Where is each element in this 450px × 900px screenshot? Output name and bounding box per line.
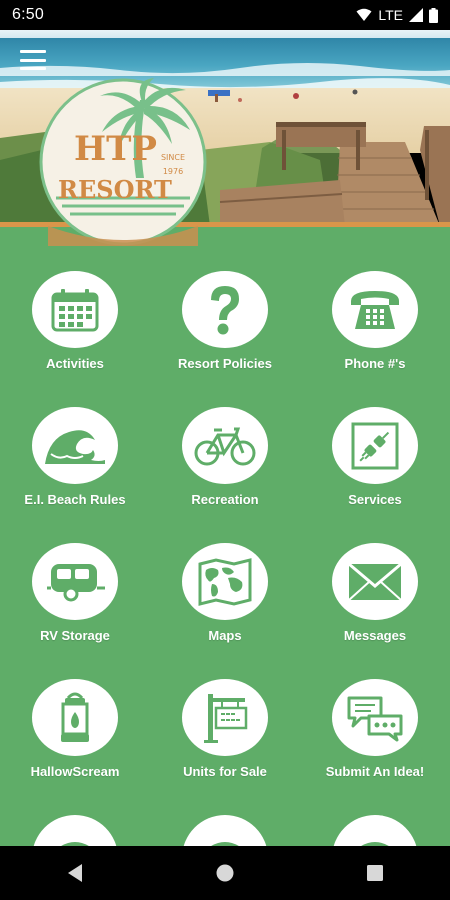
status-bar: 6:50 LTE — [0, 0, 450, 30]
telephone-icon — [332, 271, 418, 348]
tile-label: Messages — [343, 628, 407, 643]
tile-beach-rules[interactable]: E.I. Beach Rules — [0, 407, 150, 507]
tile-label: Activities — [46, 356, 104, 371]
home-circle-icon — [216, 864, 234, 882]
question-mark-icon — [182, 271, 268, 348]
chat-bubbles-icon — [332, 679, 418, 756]
home-button[interactable] — [195, 853, 255, 893]
logo-text-year: 1976 — [163, 167, 183, 176]
tile-label: Maps — [208, 628, 242, 643]
tile-label: Units for Sale — [183, 764, 267, 779]
back-button[interactable] — [45, 853, 105, 893]
tile-label: E.I. Beach Rules — [24, 492, 126, 507]
tile-partial[interactable] — [300, 815, 450, 846]
recents-button[interactable] — [345, 853, 405, 893]
menu-grid: Activities Resort Policies Phone #'s E.I… — [0, 271, 450, 846]
calendar-icon — [32, 271, 118, 348]
tile-label: Resort Policies — [178, 356, 272, 371]
bicycle-icon — [182, 407, 268, 484]
world-map-icon — [182, 543, 268, 620]
tile-label: Services — [348, 492, 402, 507]
tile-activities[interactable]: Activities — [0, 271, 150, 371]
tile-resort-policies[interactable]: Resort Policies — [150, 271, 300, 371]
tile-label: RV Storage — [40, 628, 110, 643]
recents-square-icon — [367, 865, 383, 881]
main-menu-area: Activities Resort Policies Phone #'s E.I… — [0, 227, 450, 846]
logo-text-htp: HTP — [74, 129, 157, 169]
tile-rv-storage[interactable]: RV Storage — [0, 543, 150, 643]
tile-phone-numbers[interactable]: Phone #'s — [300, 271, 450, 371]
status-time: 6:50 — [12, 6, 44, 23]
camper-trailer-icon — [32, 543, 118, 620]
back-triangle-icon — [68, 864, 82, 882]
tile-services[interactable]: Services — [300, 407, 450, 507]
system-nav-bar — [0, 846, 450, 900]
partial-tile-icon — [182, 815, 268, 846]
wifi-icon — [356, 8, 372, 21]
tile-recreation[interactable]: Recreation — [150, 407, 300, 507]
tile-partial[interactable] — [150, 815, 300, 846]
signal-icon — [409, 8, 423, 22]
for-sale-sign-icon — [182, 679, 268, 756]
hamburger-menu-icon[interactable] — [20, 50, 46, 70]
tile-label: HallowScream — [30, 764, 120, 779]
plug-icon — [332, 407, 418, 484]
tile-label: Recreation — [191, 492, 259, 507]
partial-tile-icon — [32, 815, 118, 846]
envelope-icon — [332, 543, 418, 620]
tile-units-for-sale[interactable]: Units for Sale — [150, 679, 300, 779]
logo-text-resort: RESORT — [58, 175, 172, 204]
tile-label: Submit An Idea! — [325, 764, 425, 779]
tile-messages[interactable]: Messages — [300, 543, 450, 643]
tile-submit-idea[interactable]: Submit An Idea! — [300, 679, 450, 779]
tile-maps[interactable]: Maps — [150, 543, 300, 643]
battery-icon — [429, 7, 438, 23]
network-type: LTE — [378, 7, 403, 23]
partial-tile-icon — [332, 815, 418, 846]
tile-partial[interactable] — [0, 815, 150, 846]
tile-label: Phone #'s — [344, 356, 406, 371]
status-icons: LTE — [356, 7, 438, 23]
tile-hallowscream[interactable]: HallowScream — [0, 679, 150, 779]
logo-text-since: SINCE — [161, 153, 185, 162]
resort-logo: HTP RESORT SINCE 1976 — [38, 78, 208, 246]
lantern-icon — [32, 679, 118, 756]
wave-icon — [32, 407, 118, 484]
